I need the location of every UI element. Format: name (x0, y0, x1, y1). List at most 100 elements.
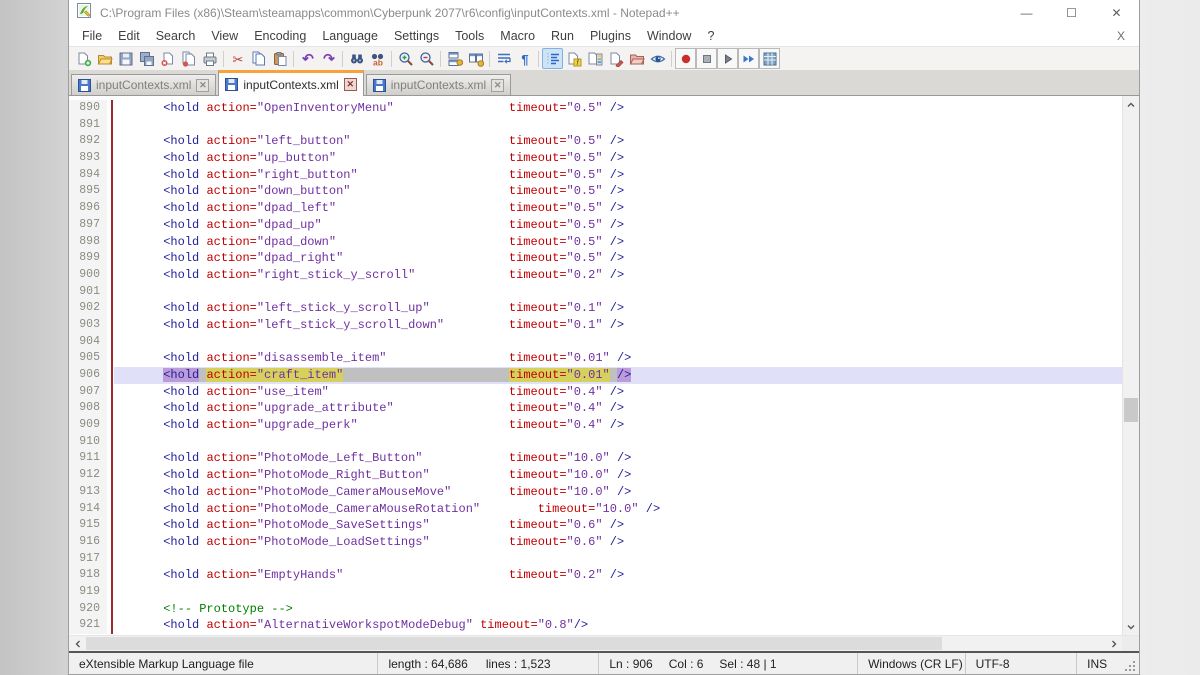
sync-horizontal-scroll-button[interactable] (465, 48, 486, 69)
code-text[interactable] (114, 117, 1122, 134)
bookmark-margin[interactable] (107, 117, 114, 134)
line-number[interactable]: 892 (69, 133, 107, 150)
code-text[interactable]: <!-- Prototype --> (114, 601, 1122, 618)
code-text[interactable]: <hold action="dpad_left" timeout="0.5" /… (114, 200, 1122, 217)
line-number[interactable]: 904 (69, 334, 107, 351)
code-text[interactable]: <hold action="dpad_right" timeout="0.5" … (114, 250, 1122, 267)
line-number[interactable]: 910 (69, 434, 107, 451)
menu-item-run[interactable]: Run (543, 26, 582, 46)
bookmark-margin[interactable] (107, 584, 114, 601)
bookmark-margin[interactable] (107, 133, 114, 150)
copy-button[interactable] (248, 48, 269, 69)
minimize-button[interactable]: — (1004, 0, 1049, 26)
code-line[interactable]: 908 <hold action="upgrade_attribute" tim… (69, 400, 1122, 417)
code-line[interactable]: 919 (69, 584, 1122, 601)
code-text[interactable]: <hold action="OpenInventoryMenu" timeout… (114, 100, 1122, 117)
bookmark-margin[interactable] (107, 434, 114, 451)
bookmark-margin[interactable] (107, 567, 114, 584)
line-number[interactable]: 895 (69, 183, 107, 200)
code-text[interactable]: <hold action="AlternativeWorkspotModeDeb… (114, 617, 1122, 634)
bookmark-margin[interactable] (107, 317, 114, 334)
code-text[interactable]: <hold action="left_stick_y_scroll_down" … (114, 317, 1122, 334)
menu-item-macro[interactable]: Macro (492, 26, 543, 46)
line-number[interactable]: 920 (69, 601, 107, 618)
menu-item-tools[interactable]: Tools (447, 26, 492, 46)
scroll-left-arrow-icon[interactable] (69, 636, 86, 651)
code-line[interactable]: 894 <hold action="right_button" timeout=… (69, 167, 1122, 184)
code-text[interactable] (114, 584, 1122, 601)
line-number[interactable]: 915 (69, 517, 107, 534)
monitoring-button[interactable] (647, 48, 668, 69)
code-line[interactable]: 903 <hold action="left_stick_y_scroll_do… (69, 317, 1122, 334)
code-text[interactable]: <hold action="dpad_up" timeout="0.5" /> (114, 217, 1122, 234)
code-text[interactable] (114, 334, 1122, 351)
code-line[interactable]: 897 <hold action="dpad_up" timeout="0.5"… (69, 217, 1122, 234)
tab-close-icon[interactable]: ✕ (196, 79, 209, 92)
replace-button[interactable]: ab (367, 48, 388, 69)
folder-as-workspace-button[interactable] (626, 48, 647, 69)
bookmark-margin[interactable] (107, 534, 114, 551)
code-line[interactable]: 921 <hold action="AlternativeWorkspotMod… (69, 617, 1122, 634)
bookmark-margin[interactable] (107, 234, 114, 251)
line-number[interactable]: 893 (69, 150, 107, 167)
bookmark-margin[interactable] (107, 551, 114, 568)
bookmark-margin[interactable] (107, 284, 114, 301)
sync-vertical-scroll-button[interactable] (444, 48, 465, 69)
bookmark-margin[interactable] (107, 384, 114, 401)
vertical-scrollbar[interactable] (1122, 96, 1139, 635)
line-number[interactable]: 891 (69, 117, 107, 134)
line-number[interactable]: 909 (69, 417, 107, 434)
bookmark-margin[interactable] (107, 467, 114, 484)
redo-button[interactable]: ↷ (318, 48, 339, 69)
code-line[interactable]: 899 <hold action="dpad_right" timeout="0… (69, 250, 1122, 267)
code-text[interactable]: <hold action="right_stick_y_scroll" time… (114, 267, 1122, 284)
code-text[interactable]: <hold action="disassemble_item" timeout=… (114, 350, 1122, 367)
line-number[interactable]: 907 (69, 384, 107, 401)
code-text[interactable]: <hold action="EmptyHands" timeout="0.2" … (114, 567, 1122, 584)
code-text[interactable]: <hold action="right_button" timeout="0.5… (114, 167, 1122, 184)
bookmark-margin[interactable] (107, 450, 114, 467)
word-wrap-button[interactable] (493, 48, 514, 69)
horizontal-scroll-thumb[interactable] (86, 637, 942, 650)
horizontal-scrollbar[interactable] (69, 635, 1139, 651)
new-file-button[interactable] (73, 48, 94, 69)
menu-item-window[interactable]: Window (639, 26, 699, 46)
code-line[interactable]: 911 <hold action="PhotoMode_Left_Button"… (69, 450, 1122, 467)
line-number[interactable]: 902 (69, 300, 107, 317)
document-map-button[interactable] (584, 48, 605, 69)
horizontal-scroll-track[interactable] (86, 636, 1105, 651)
maximize-button[interactable]: ☐ (1049, 0, 1094, 26)
line-number[interactable]: 911 (69, 450, 107, 467)
code-line[interactable]: 916 <hold action="PhotoMode_LoadSettings… (69, 534, 1122, 551)
code-line[interactable]: 913 <hold action="PhotoMode_CameraMouseM… (69, 484, 1122, 501)
code-text[interactable]: <hold action="upgrade_attribute" timeout… (114, 400, 1122, 417)
code-text[interactable]: <hold action="left_stick_y_scroll_up" ti… (114, 300, 1122, 317)
macro-run-multiple-button[interactable] (738, 48, 759, 69)
resize-grip[interactable] (1121, 653, 1139, 674)
code-line[interactable]: 890 <hold action="OpenInventoryMenu" tim… (69, 100, 1122, 117)
menu-item-file[interactable]: File (74, 26, 110, 46)
paste-button[interactable] (269, 48, 290, 69)
close-document-x[interactable]: X (1117, 29, 1139, 43)
code-text[interactable]: <hold action="down_button" timeout="0.5"… (114, 183, 1122, 200)
code-line[interactable]: 907 <hold action="use_item" timeout="0.4… (69, 384, 1122, 401)
code-text[interactable]: <hold action="left_button" timeout="0.5"… (114, 133, 1122, 150)
code-line[interactable]: 896 <hold action="dpad_left" timeout="0.… (69, 200, 1122, 217)
scroll-up-arrow-icon[interactable] (1123, 96, 1139, 113)
close-button[interactable] (157, 48, 178, 69)
bookmark-margin[interactable] (107, 100, 114, 117)
code-line[interactable]: 914 <hold action="PhotoMode_CameraMouseR… (69, 501, 1122, 518)
code-text[interactable]: <hold action="use_item" timeout="0.4" /> (114, 384, 1122, 401)
bookmark-margin[interactable] (107, 267, 114, 284)
document-list-button[interactable] (605, 48, 626, 69)
menu-item-search[interactable]: Search (148, 26, 204, 46)
code-line[interactable]: 891 (69, 117, 1122, 134)
code-text[interactable]: <hold action="craft_item" timeout="0.01"… (114, 367, 1122, 384)
line-number[interactable]: 900 (69, 267, 107, 284)
bookmark-margin[interactable] (107, 617, 114, 634)
code-line[interactable]: 909 <hold action="upgrade_perk" timeout=… (69, 417, 1122, 434)
code-line[interactable]: 893 <hold action="up_button" timeout="0.… (69, 150, 1122, 167)
tab-close-icon[interactable]: ✕ (491, 79, 504, 92)
menu-item-plugins[interactable]: Plugins (582, 26, 639, 46)
code-text[interactable]: <hold action="up_button" timeout="0.5" /… (114, 150, 1122, 167)
